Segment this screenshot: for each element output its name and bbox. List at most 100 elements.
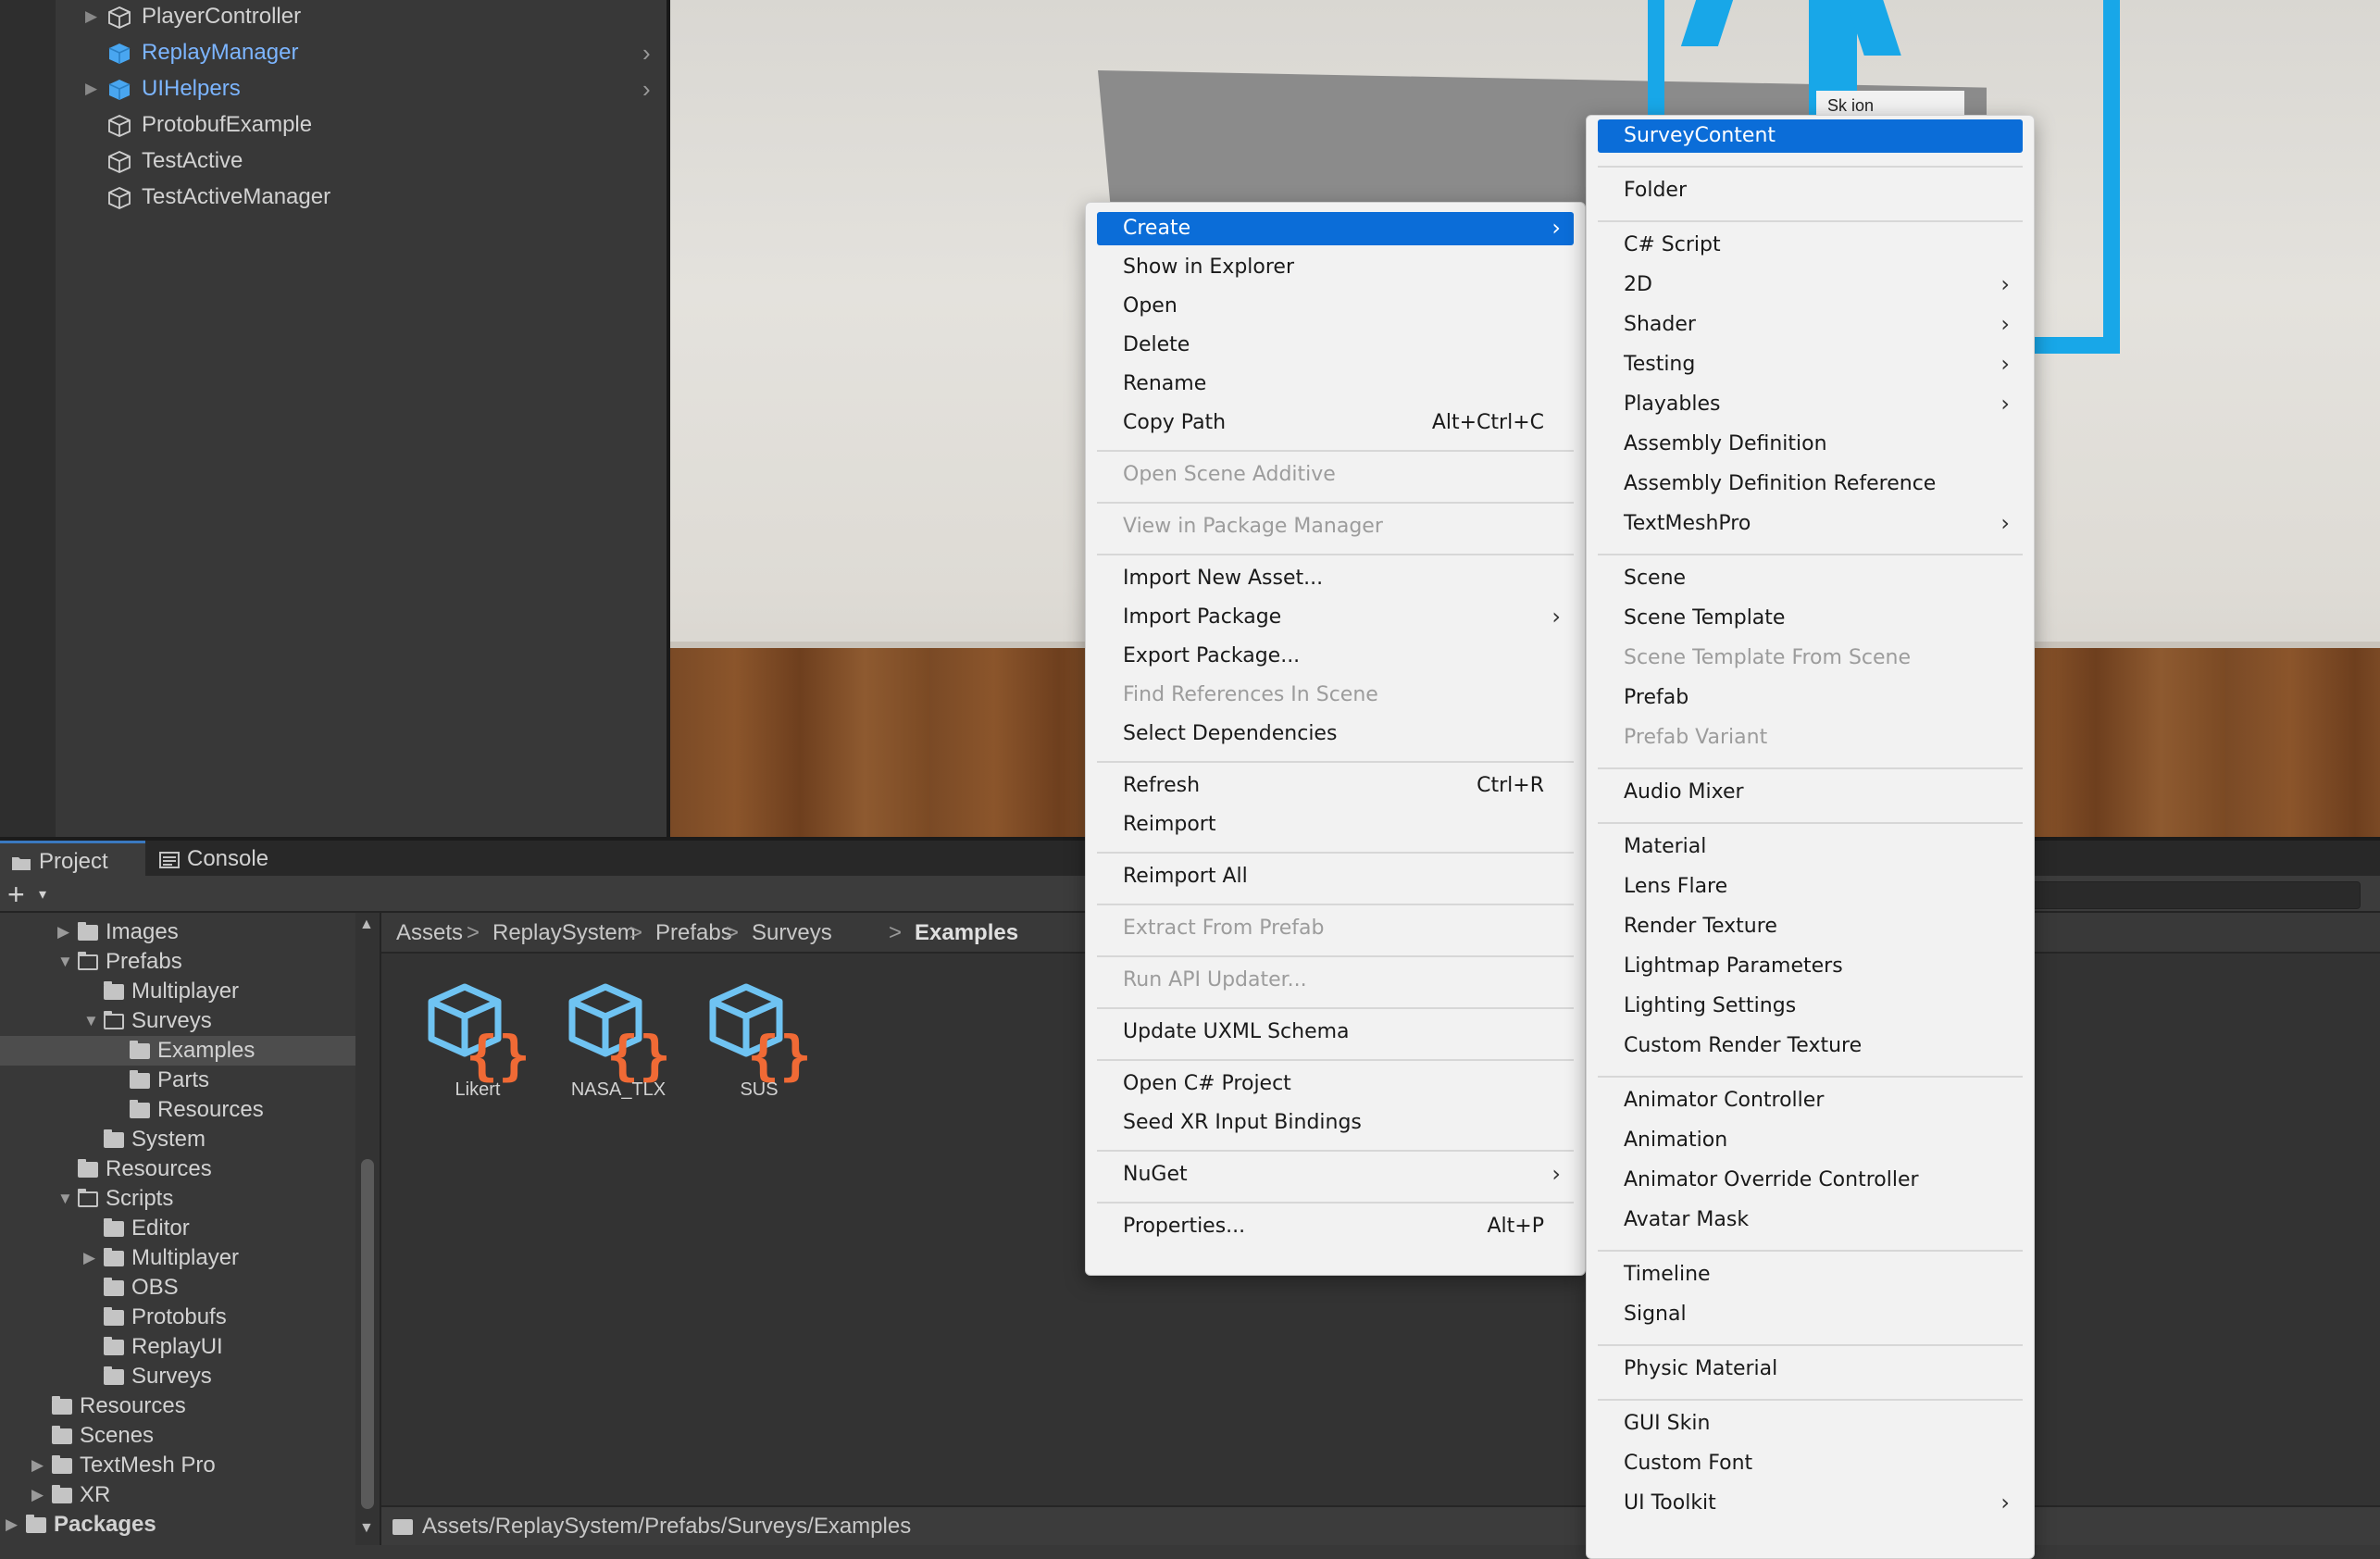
menu-item[interactable]: Playables ›: [1598, 388, 2023, 421]
menu-item[interactable]: Audio Mixer: [1598, 776, 2023, 809]
chevron-down-icon[interactable]: ▾: [39, 885, 46, 904]
menu-item[interactable]: Custom Font: [1598, 1447, 2023, 1480]
menu-item[interactable]: Testing ›: [1598, 348, 2023, 381]
menu-item[interactable]: C# Script: [1598, 229, 2023, 262]
chevron-right-icon[interactable]: ›: [642, 74, 651, 104]
breadcrumb-item[interactable]: Assets: [396, 913, 463, 954]
expand-arrow-icon[interactable]: ▶: [6, 1510, 18, 1540]
scroll-up-icon[interactable]: ▲: [359, 917, 374, 933]
collapse-arrow-icon[interactable]: ▼: [83, 1006, 99, 1036]
add-button[interactable]: +: [7, 878, 25, 911]
menu-item[interactable]: GUI Skin: [1598, 1407, 2023, 1441]
scroll-down-icon[interactable]: ▼: [359, 1520, 374, 1537]
menu-item[interactable]: Scene: [1598, 562, 2023, 595]
menu-item[interactable]: Open: [1097, 290, 1574, 323]
menu-item[interactable]: Physic Material: [1598, 1353, 2023, 1386]
menu-item[interactable]: Avatar Mask: [1598, 1204, 2023, 1237]
menu-item[interactable]: Prefab: [1598, 681, 2023, 715]
hierarchy-item[interactable]: TestActive: [0, 146, 670, 176]
tab-project[interactable]: Project: [0, 841, 145, 876]
tree-item[interactable]: System: [0, 1125, 355, 1154]
breadcrumb-item[interactable]: Prefabs: [655, 913, 732, 954]
tree-item[interactable]: ▶ Packages: [0, 1510, 355, 1540]
menu-item[interactable]: Assembly Definition Reference: [1598, 468, 2023, 501]
tab-console[interactable]: Console: [148, 841, 296, 876]
menu-item[interactable]: Lens Flare: [1598, 870, 2023, 904]
menu-item[interactable]: Reimport: [1097, 808, 1574, 842]
tree-item[interactable]: Resources: [0, 1154, 355, 1184]
tree-item[interactable]: Resources: [0, 1095, 355, 1125]
menu-item[interactable]: Refresh Ctrl+R: [1097, 769, 1574, 803]
menu-item[interactable]: Custom Render Texture: [1598, 1029, 2023, 1063]
tree-item[interactable]: Multiplayer: [0, 977, 355, 1006]
menu-item[interactable]: Select Dependencies: [1097, 717, 1574, 751]
menu-item[interactable]: Shader ›: [1598, 308, 2023, 342]
menu-item[interactable]: Timeline: [1598, 1258, 2023, 1291]
menu-item[interactable]: Show in Explorer: [1097, 251, 1574, 284]
tree-item[interactable]: Surveys: [0, 1362, 355, 1391]
tree-item[interactable]: ReplayUI: [0, 1332, 355, 1362]
tree-item[interactable]: Examples: [0, 1036, 355, 1066]
asset-item[interactable]: {} NASA_TLX: [554, 981, 683, 1111]
tree-item[interactable]: Resources: [0, 1391, 355, 1421]
menu-item[interactable]: Rename: [1097, 368, 1574, 401]
menu-item[interactable]: Import Package ›: [1097, 601, 1574, 634]
expand-arrow-icon[interactable]: ▶: [31, 1451, 44, 1480]
hierarchy-item[interactable]: ▶ UIHelpers ›: [0, 74, 670, 104]
hierarchy-item[interactable]: ProtobufExample: [0, 110, 670, 140]
tree-item[interactable]: Parts: [0, 1066, 355, 1095]
menu-item[interactable]: Copy Path Alt+Ctrl+C: [1097, 406, 1574, 440]
menu-item[interactable]: Assembly Definition: [1598, 428, 2023, 461]
menu-item[interactable]: Scene Template: [1598, 602, 2023, 635]
expand-arrow-icon[interactable]: ▶: [85, 74, 97, 104]
collapse-arrow-icon[interactable]: ▼: [57, 1184, 73, 1214]
asset-item[interactable]: {} Likert: [413, 981, 542, 1111]
tree-item[interactable]: ▶ TextMesh Pro: [0, 1451, 355, 1480]
menu-item[interactable]: Animator Controller: [1598, 1084, 2023, 1117]
tree-item[interactable]: ▶ Images: [0, 917, 355, 947]
expand-arrow-icon[interactable]: ▶: [57, 917, 69, 947]
expand-arrow-icon[interactable]: ▶: [85, 2, 97, 31]
breadcrumb-item[interactable]: Examples: [915, 913, 1018, 954]
breadcrumb-item[interactable]: ReplaySystem: [492, 913, 636, 954]
tree-item[interactable]: Editor: [0, 1214, 355, 1243]
menu-item[interactable]: Animation: [1598, 1124, 2023, 1157]
menu-item[interactable]: Export Package...: [1097, 640, 1574, 673]
tree-item[interactable]: ▶ Multiplayer: [0, 1243, 355, 1273]
menu-item[interactable]: Render Texture: [1598, 910, 2023, 943]
menu-item[interactable]: Properties... Alt+P: [1097, 1210, 1574, 1243]
tree-item[interactable]: ▶ XR: [0, 1480, 355, 1510]
hierarchy-item[interactable]: TestActiveManager: [0, 182, 670, 212]
menu-item[interactable]: Reimport All: [1097, 860, 1574, 893]
menu-item[interactable]: SurveyContent: [1598, 119, 2023, 153]
menu-item[interactable]: Delete: [1097, 329, 1574, 362]
menu-item[interactable]: Signal: [1598, 1298, 2023, 1331]
tree-scrollbar[interactable]: ▲ ▼: [355, 913, 380, 1545]
menu-item[interactable]: TextMeshPro ›: [1598, 507, 2023, 541]
menu-item[interactable]: Material: [1598, 830, 2023, 864]
tree-item[interactable]: Protobufs: [0, 1303, 355, 1332]
menu-item[interactable]: 2D ›: [1598, 268, 2023, 302]
breadcrumb-item[interactable]: Surveys: [752, 913, 832, 954]
menu-item[interactable]: Open C# Project: [1097, 1067, 1574, 1101]
menu-item[interactable]: UI Toolkit ›: [1598, 1487, 2023, 1520]
asset-item[interactable]: {} SUS: [694, 981, 824, 1111]
tree-item[interactable]: ▼ Surveys: [0, 1006, 355, 1036]
menu-item[interactable]: Lighting Settings: [1598, 990, 2023, 1023]
scrollbar-thumb[interactable]: [361, 1159, 374, 1509]
collapse-arrow-icon[interactable]: ▼: [57, 947, 73, 977]
hierarchy-item[interactable]: ReplayManager ›: [0, 38, 670, 68]
tree-item[interactable]: ▼ Prefabs: [0, 947, 355, 977]
menu-item[interactable]: Update UXML Schema: [1097, 1016, 1574, 1049]
tree-item[interactable]: Scenes: [0, 1421, 355, 1451]
tree-item[interactable]: ▼ Scripts: [0, 1184, 355, 1214]
expand-arrow-icon[interactable]: ▶: [83, 1243, 95, 1273]
menu-item[interactable]: Import New Asset...: [1097, 562, 1574, 595]
expand-arrow-icon[interactable]: ▶: [31, 1480, 44, 1510]
menu-item[interactable]: Seed XR Input Bindings: [1097, 1106, 1574, 1140]
chevron-right-icon[interactable]: ›: [642, 38, 651, 68]
hierarchy-item[interactable]: ▶ PlayerController: [0, 2, 670, 31]
tree-item[interactable]: OBS: [0, 1273, 355, 1303]
menu-item[interactable]: Create ›: [1097, 212, 1574, 245]
menu-item[interactable]: NuGet ›: [1097, 1158, 1574, 1191]
